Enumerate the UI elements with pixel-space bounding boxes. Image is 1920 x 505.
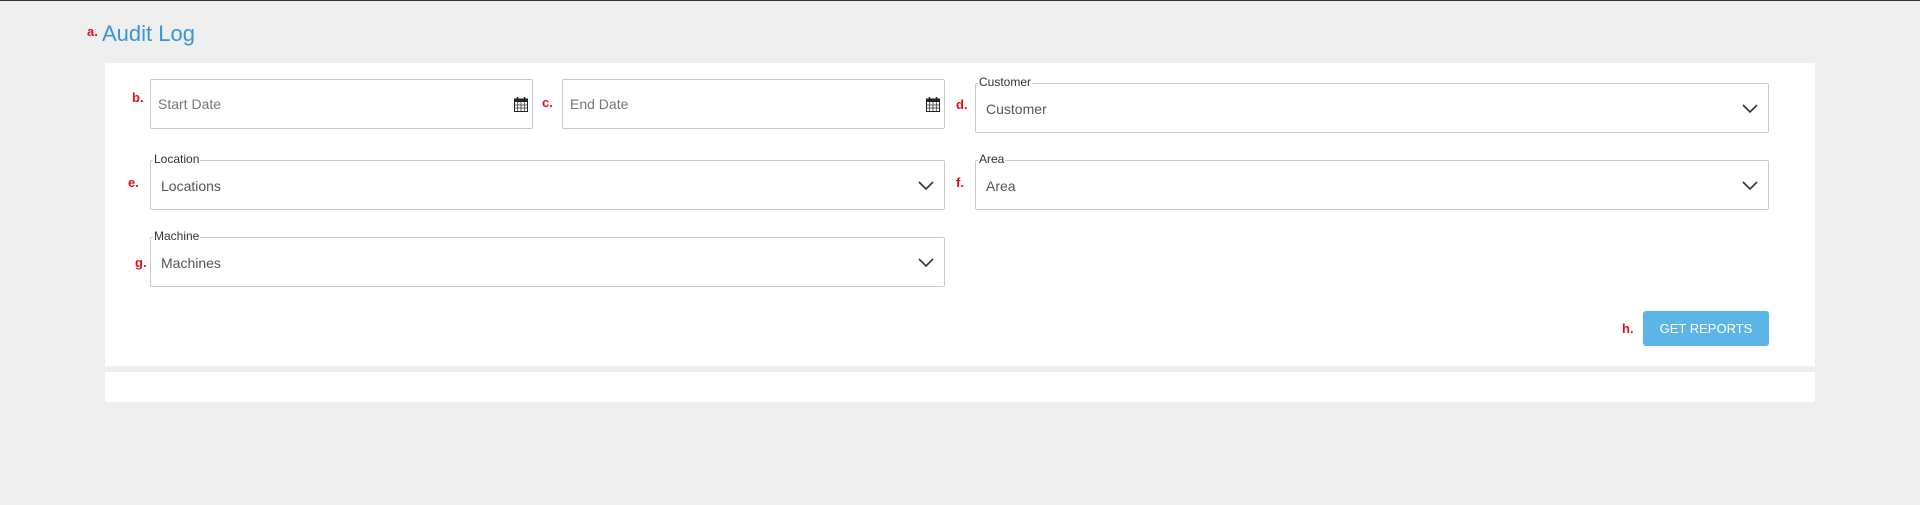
- page-title: Audit Log: [102, 21, 195, 46]
- customer-select[interactable]: Customer Customer: [975, 75, 1769, 133]
- chevron-down-icon[interactable]: [1742, 102, 1758, 114]
- marker-h: h.: [1622, 321, 1634, 336]
- location-select[interactable]: Location Locations: [150, 152, 945, 210]
- chevron-down-icon[interactable]: [918, 256, 934, 268]
- area-legend: Area: [978, 152, 1006, 166]
- marker-d: d.: [956, 97, 968, 112]
- location-legend: Location: [153, 152, 201, 166]
- customer-legend: Customer: [978, 75, 1033, 89]
- machine-legend: Machine: [153, 229, 201, 243]
- location-select-value: Locations: [161, 178, 221, 194]
- marker-g: g.: [135, 255, 147, 270]
- marker-b: b.: [132, 90, 144, 105]
- marker-f: f.: [956, 175, 964, 190]
- marker-e: e.: [128, 175, 139, 190]
- chevron-down-icon[interactable]: [918, 179, 934, 191]
- area-select[interactable]: Area Area: [975, 152, 1769, 210]
- marker-c: c.: [542, 95, 553, 110]
- get-reports-button[interactable]: GET REPORTS: [1643, 311, 1769, 346]
- marker-a: a.: [87, 24, 98, 39]
- results-panel: [105, 372, 1815, 402]
- customer-select-value: Customer: [986, 101, 1047, 117]
- end-date-input[interactable]: [563, 80, 944, 128]
- calendar-icon[interactable]: [926, 97, 940, 112]
- start-date-input[interactable]: [151, 80, 532, 128]
- machine-select-value: Machines: [161, 255, 221, 271]
- machine-select[interactable]: Machine Machines: [150, 229, 945, 287]
- chevron-down-icon[interactable]: [1742, 179, 1758, 191]
- area-select-value: Area: [986, 178, 1016, 194]
- start-date-field[interactable]: [150, 79, 533, 129]
- calendar-icon[interactable]: [514, 97, 528, 112]
- end-date-field[interactable]: [562, 79, 945, 129]
